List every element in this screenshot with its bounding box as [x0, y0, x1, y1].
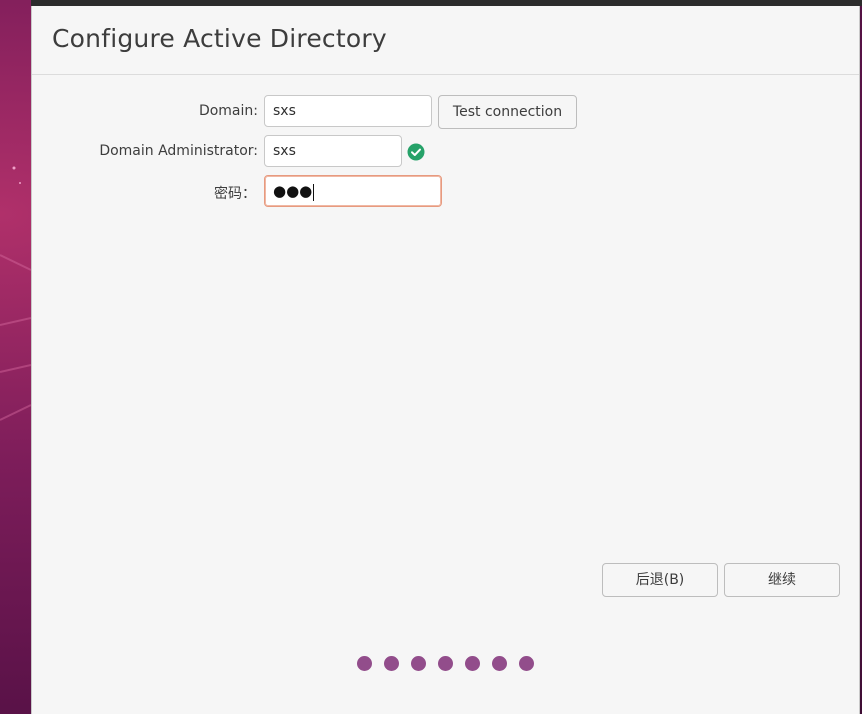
- domain-label: Domain:: [198, 103, 258, 119]
- progress-dot: [411, 656, 426, 671]
- password-label: 密码：: [214, 186, 256, 202]
- text-caret: [313, 183, 315, 201]
- password-input[interactable]: ●●●: [264, 175, 442, 207]
- continue-button[interactable]: 继续: [724, 563, 840, 597]
- progress-dot: [465, 656, 480, 671]
- domain-administrator-label: Domain Administrator:: [99, 143, 258, 159]
- progress-dot: [357, 656, 372, 671]
- progress-dot: [438, 656, 453, 671]
- progress-dot: [384, 656, 399, 671]
- test-connection-button[interactable]: Test connection: [438, 95, 577, 129]
- desktop-wallpaper-rays: [0, 166, 31, 421]
- progress-dot: [519, 656, 534, 671]
- password-mask: ●●●: [273, 182, 313, 200]
- domain-input[interactable]: sxs: [264, 95, 432, 127]
- progress-dot: [492, 656, 507, 671]
- check-circle-icon: [407, 143, 425, 161]
- domain-administrator-input[interactable]: sxs: [264, 135, 402, 167]
- title-bar: Configure Active Directory: [32, 6, 859, 75]
- back-button[interactable]: 后退(B): [602, 563, 718, 597]
- page-title: Configure Active Directory: [52, 24, 387, 53]
- installer-window: Configure Active Directory Domain: sxs T…: [31, 6, 860, 714]
